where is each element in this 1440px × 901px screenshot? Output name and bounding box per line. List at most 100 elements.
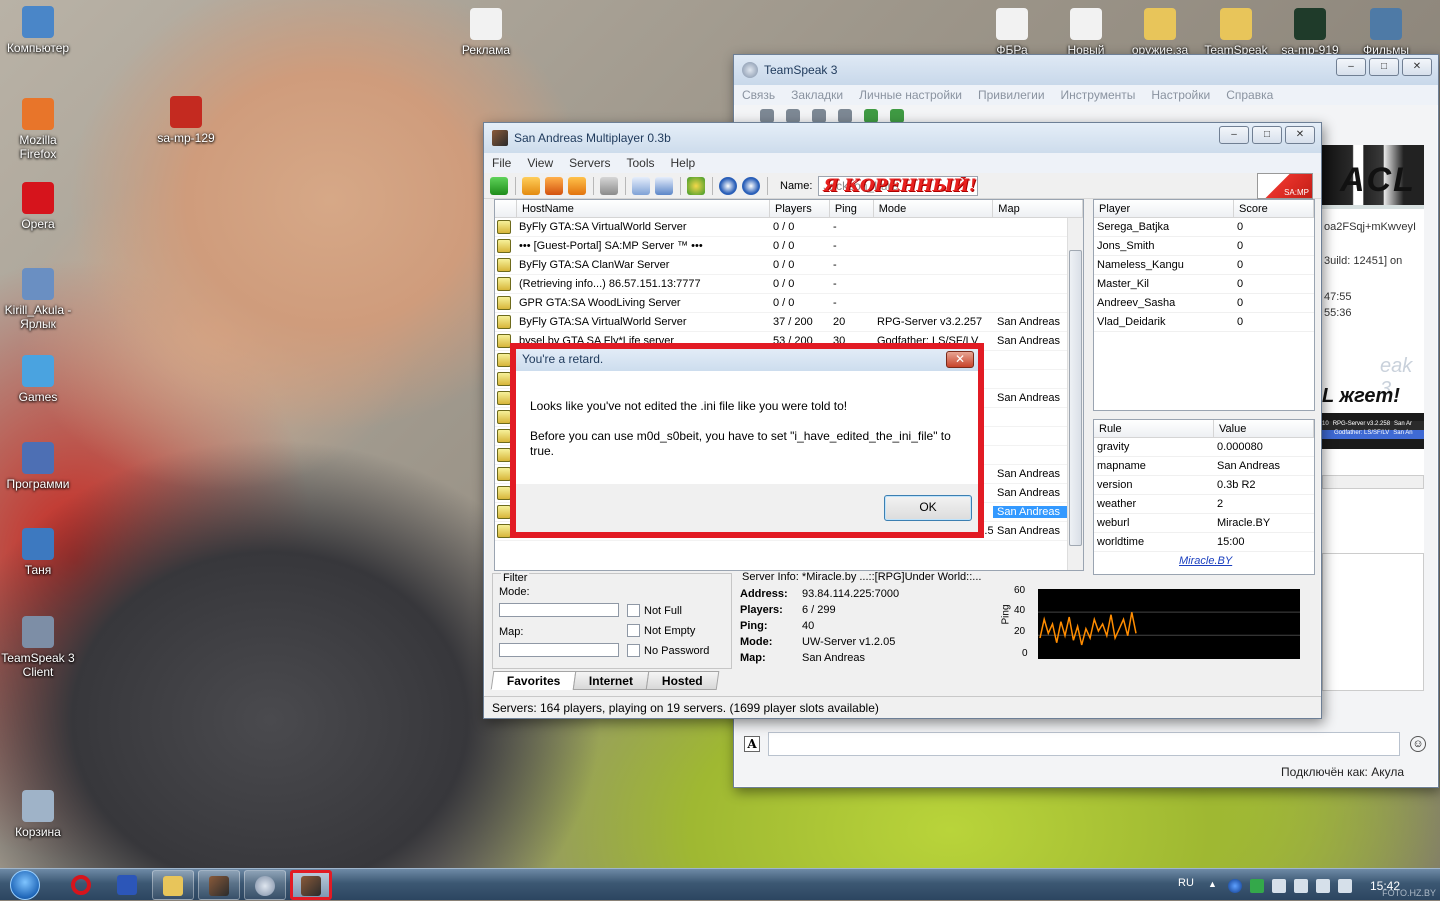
- player-row[interactable]: Andreev_Sasha 0: [1094, 294, 1314, 313]
- menu-item[interactable]: File: [484, 156, 519, 170]
- server-row[interactable]: ByFly GTA:SA VirtualWorld Server 0 / 0 -: [495, 218, 1083, 237]
- menu-item[interactable]: Настройки: [1143, 88, 1218, 102]
- emoticon-icon[interactable]: ☺: [1410, 736, 1426, 752]
- dialog-close-button[interactable]: ✕: [946, 351, 974, 368]
- desktop-icon-shortcut[interactable]: Kirill_Akula - Ярлык: [0, 268, 76, 331]
- status-icon[interactable]: [890, 109, 904, 123]
- desktop-icon-folder[interactable]: оружие.за: [1122, 8, 1198, 57]
- language-indicator[interactable]: RU: [1178, 877, 1194, 889]
- tab-internet[interactable]: Internet: [573, 671, 650, 690]
- samp-titlebar[interactable]: San Andreas Multiplayer 0.3b – □ ✕: [484, 123, 1321, 153]
- column-score[interactable]: Score: [1234, 200, 1314, 217]
- connect-icon[interactable]: [760, 109, 774, 123]
- rule-list[interactable]: Rule Value gravity 0.000080 mapname San And…: [1093, 419, 1315, 575]
- player-row[interactable]: Master_Kil 0: [1094, 275, 1314, 294]
- maximize-button[interactable]: □: [1252, 126, 1282, 144]
- help-icon[interactable]: [719, 176, 737, 195]
- column-mode[interactable]: Mode: [874, 200, 994, 217]
- printer-icon[interactable]: [1272, 879, 1286, 893]
- menu-item[interactable]: Help: [663, 156, 704, 170]
- rule-row[interactable]: version 0.3b R2: [1094, 476, 1314, 495]
- desktop-icon-programs[interactable]: Программи: [0, 442, 76, 491]
- add-server-icon[interactable]: [522, 176, 540, 195]
- network-icon[interactable]: [1316, 879, 1330, 893]
- no-password-checkbox[interactable]: No Password: [627, 644, 709, 657]
- desktop-icon-recycle-bin[interactable]: Корзина: [0, 790, 76, 839]
- column-map[interactable]: Map: [993, 200, 1083, 217]
- desktop-icon-document[interactable]: ФБРа: [974, 8, 1050, 57]
- menu-item[interactable]: Личные настройки: [851, 88, 970, 102]
- chat-input[interactable]: [768, 732, 1400, 756]
- error-dialog[interactable]: You're a retard. ✕ Looks like you've not…: [510, 343, 984, 538]
- menu-item[interactable]: Servers: [561, 156, 618, 170]
- column-hostname[interactable]: HostName: [517, 200, 771, 217]
- explorer-taskbar-button[interactable]: [152, 870, 194, 900]
- ok-button[interactable]: OK: [884, 495, 972, 521]
- menu-item[interactable]: Tools: [618, 156, 662, 170]
- rule-row[interactable]: mapname San Andreas: [1094, 457, 1314, 476]
- settings-icon[interactable]: [687, 176, 705, 195]
- teamspeak-taskbar-button[interactable]: [244, 870, 286, 900]
- weburl-link[interactable]: Miracle.BY: [1179, 555, 1232, 567]
- desktop-icon-teamspeak[interactable]: TeamSpeak 3 Client: [0, 616, 76, 679]
- desktop-icon-photo[interactable]: Таня: [0, 528, 76, 577]
- server-row[interactable]: GPR GTA:SA WoodLiving Server 0 / 0 -: [495, 294, 1083, 313]
- away-icon[interactable]: [812, 109, 826, 123]
- close-button[interactable]: ✕: [1402, 58, 1432, 76]
- show-hidden-icon[interactable]: ▲: [1208, 879, 1222, 893]
- desktop-icon-document[interactable]: Реклама: [448, 8, 524, 57]
- column-ping[interactable]: Ping: [830, 200, 874, 217]
- player-row[interactable]: Serega_Batjka 0: [1094, 218, 1314, 237]
- server-row[interactable]: ByFly GTA:SA VirtualWorld Server 37 / 200…: [495, 313, 1083, 332]
- menu-item[interactable]: Справка: [1218, 88, 1281, 102]
- rule-row[interactable]: weburl Miracle.BY: [1094, 514, 1314, 533]
- column-value[interactable]: Value: [1214, 420, 1314, 437]
- desktop-icon-firefox[interactable]: Mozilla Firefox: [0, 98, 76, 161]
- desktop-icon-games[interactable]: Games: [0, 355, 76, 404]
- samp-taskbar-button[interactable]: [198, 870, 240, 900]
- delete-server-icon[interactable]: [545, 176, 563, 195]
- not-empty-checkbox[interactable]: Not Empty: [627, 624, 695, 637]
- server-row[interactable]: ••• [Guest-Portal] SA:MP Server ™ ••• 0 /…: [495, 237, 1083, 256]
- desktop-icon-folder[interactable]: TeamSpeak: [1198, 8, 1274, 57]
- desktop-icon-film[interactable]: Фильмы: [1348, 8, 1424, 57]
- name-input[interactable]: Jackson_Lure Я КОРЕННЫЙ!!: [818, 175, 979, 196]
- master-list-icon[interactable]: [600, 176, 618, 195]
- teamspeak-titlebar[interactable]: TeamSpeak 3 – □ ✕: [734, 55, 1438, 85]
- desktop-icon-document[interactable]: Новый: [1048, 8, 1124, 57]
- rule-row[interactable]: gravity 0.000080: [1094, 438, 1314, 457]
- player-list[interactable]: Player Score Serega_Batjka 0 Jons_Smith 0 Na…: [1093, 199, 1315, 411]
- tab-favorites[interactable]: Favorites: [490, 671, 577, 690]
- minimize-button[interactable]: –: [1336, 58, 1366, 76]
- menu-item[interactable]: Привилегии: [970, 88, 1053, 102]
- menu-item[interactable]: Закладки: [783, 88, 851, 102]
- column-player[interactable]: Player: [1094, 200, 1234, 217]
- desktop-icon-samp[interactable]: sa-mp-919: [1272, 8, 1348, 57]
- start-button[interactable]: [5, 869, 45, 901]
- flag-icon[interactable]: [1294, 879, 1308, 893]
- player-row[interactable]: Nameless_Kangu 0: [1094, 256, 1314, 275]
- menu-item[interactable]: Инструменты: [1053, 88, 1144, 102]
- save-taskbar-button[interactable]: [106, 870, 148, 900]
- copy-icon[interactable]: [632, 176, 650, 195]
- mode-filter-input[interactable]: [499, 603, 619, 617]
- player-row[interactable]: Jons_Smith 0: [1094, 237, 1314, 256]
- rule-row[interactable]: weather 2: [1094, 495, 1314, 514]
- h-app-icon[interactable]: [1250, 879, 1264, 893]
- maximize-button[interactable]: □: [1369, 58, 1399, 76]
- format-text-icon[interactable]: A: [744, 736, 760, 752]
- bookmark-icon[interactable]: [864, 109, 878, 123]
- volume-icon[interactable]: [1338, 879, 1352, 893]
- network-app-icon[interactable]: [1228, 879, 1242, 893]
- refresh-icon[interactable]: [568, 176, 586, 195]
- rule-row[interactable]: worldtime 15:00: [1094, 533, 1314, 552]
- menu-item[interactable]: View: [519, 156, 561, 170]
- horizontal-scrollbar[interactable]: [1322, 475, 1424, 489]
- tab-hosted[interactable]: Hosted: [646, 671, 720, 690]
- map-filter-input[interactable]: [499, 643, 619, 657]
- desktop-icon-computer[interactable]: Компьютер: [0, 6, 76, 55]
- edit-icon[interactable]: [655, 176, 673, 195]
- game-taskbar-button[interactable]: [290, 870, 332, 900]
- minimize-button[interactable]: –: [1219, 126, 1249, 144]
- desktop-icon-samp[interactable]: sa-mp-129: [148, 96, 224, 145]
